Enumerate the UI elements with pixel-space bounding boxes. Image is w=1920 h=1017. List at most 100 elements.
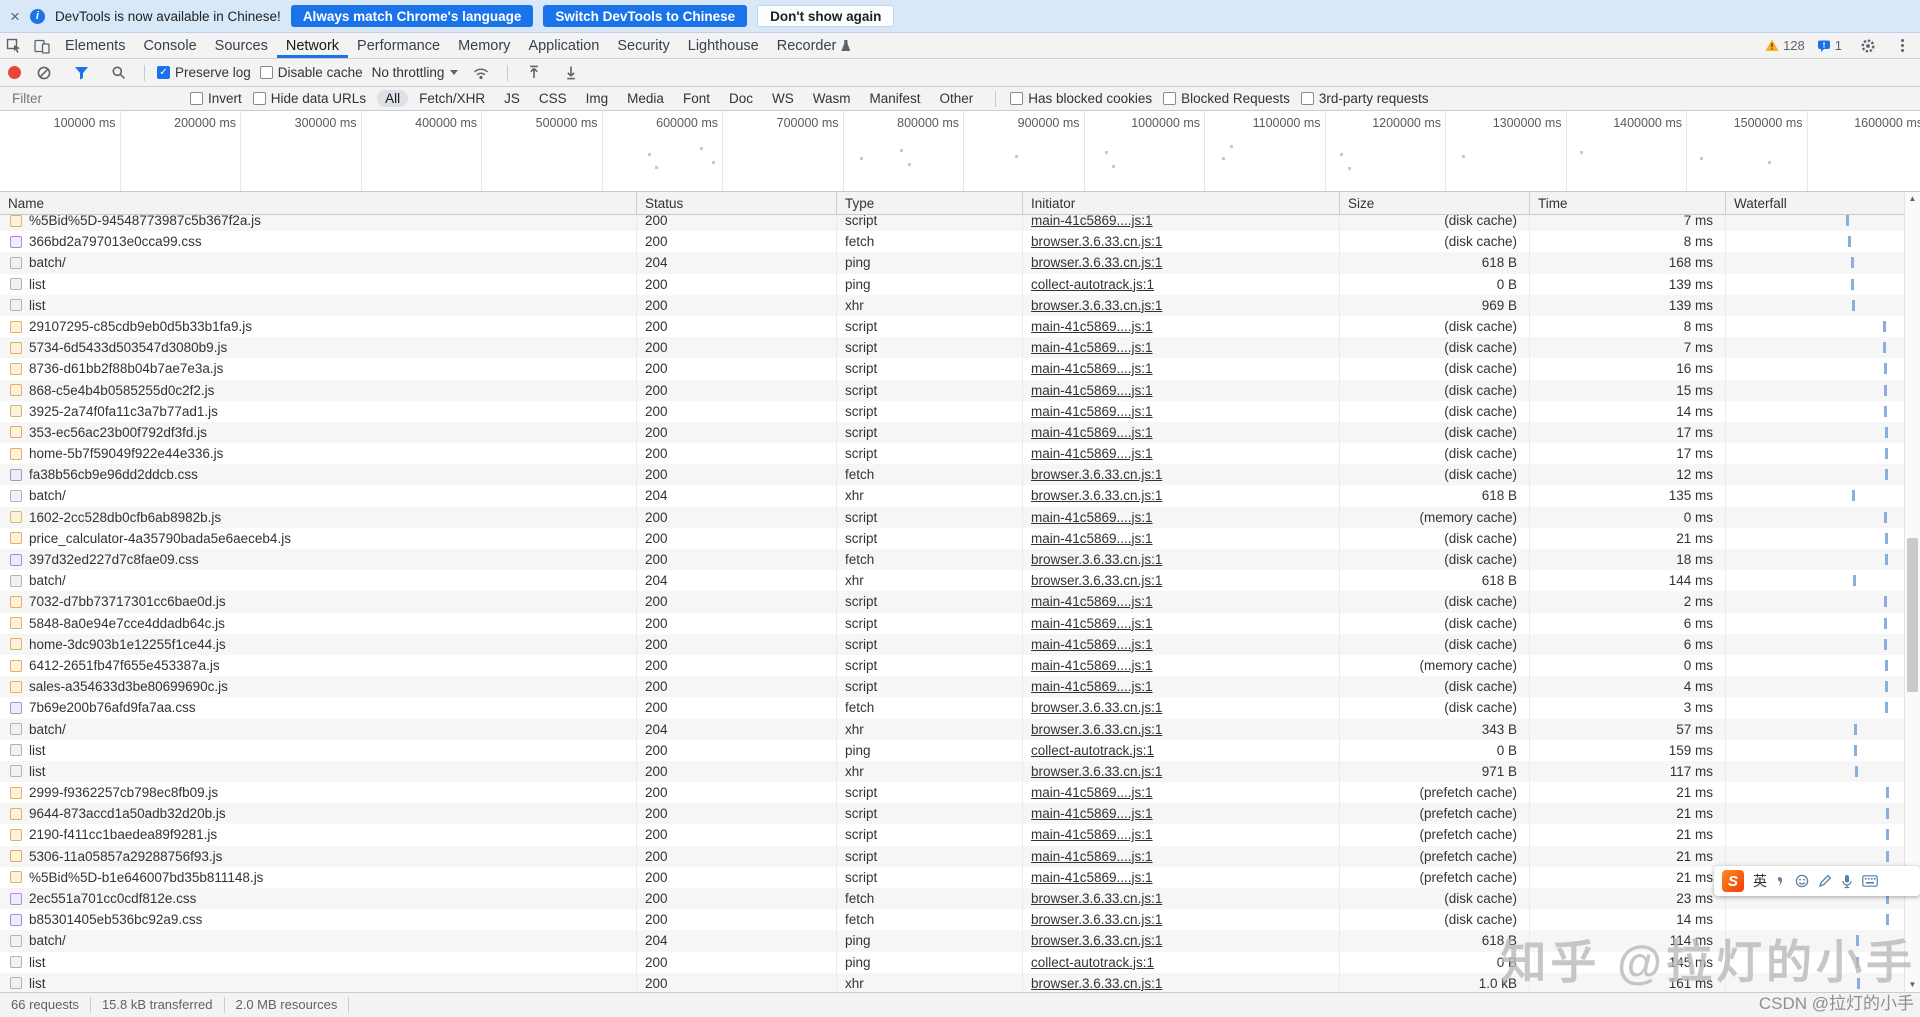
request-name-cell[interactable]: 397d32ed227d7c8fae09.css (0, 549, 637, 571)
request-name-cell[interactable]: b85301405eb536bc92a9.css (0, 909, 637, 931)
request-initiator-link[interactable]: browser.3.6.33.cn.js:1 (1023, 570, 1340, 592)
table-row[interactable]: batch/ 204 xhr browser.3.6.33.cn.js:1 34… (0, 718, 1920, 740)
request-initiator-link[interactable]: collect-autotrack.js:1 (1023, 273, 1340, 295)
request-initiator-link[interactable]: main-41c5869....js:1 (1023, 654, 1340, 677)
filter-pill-doc[interactable]: Doc (721, 90, 761, 107)
request-initiator-link[interactable]: browser.3.6.33.cn.js:1 (1023, 888, 1340, 910)
request-name-cell[interactable]: batch/ (0, 930, 637, 952)
table-row[interactable]: 2999-f9362257cb798ec8fb09.js 200 script … (0, 782, 1920, 804)
request-name-cell[interactable]: list (0, 760, 637, 783)
request-name-cell[interactable]: 8736-d61bb2f88b04b7ae7e3a.js (0, 358, 637, 380)
filter-pill-wasm[interactable]: Wasm (805, 90, 859, 107)
request-name-cell[interactable]: 1602-2cc528db0cfb6ab8982b.js (0, 506, 637, 528)
request-initiator-link[interactable]: main-41c5869....js:1 (1023, 337, 1340, 359)
virtual-keyboard-icon[interactable] (1862, 875, 1878, 887)
table-row[interactable]: 2190-f411cc1baedea89f9281.js 200 script … (0, 824, 1920, 846)
request-initiator-link[interactable]: collect-autotrack.js:1 (1023, 739, 1340, 761)
table-row[interactable]: 868-c5e4b4b0585255d0c2f2.js 200 script m… (0, 379, 1920, 401)
table-row[interactable]: batch/ 204 xhr browser.3.6.33.cn.js:1 61… (0, 570, 1920, 592)
microphone-icon[interactable] (1841, 874, 1853, 889)
request-initiator-link[interactable]: browser.3.6.33.cn.js:1 (1023, 718, 1340, 740)
settings-gear-icon[interactable] (1854, 38, 1882, 54)
request-initiator-link[interactable]: main-41c5869....js:1 (1023, 443, 1340, 465)
switch-devtools-chinese-button[interactable]: Switch DevTools to Chinese (543, 5, 748, 27)
column-header-status[interactable]: Status (637, 192, 837, 214)
tab-application[interactable]: Application (519, 33, 608, 58)
issues-badge[interactable]: 1 (1817, 38, 1842, 53)
filter-input[interactable] (10, 90, 179, 107)
tab-console[interactable]: Console (134, 33, 205, 58)
dont-show-again-button[interactable]: Don't show again (757, 5, 895, 27)
request-initiator-link[interactable]: main-41c5869....js:1 (1023, 400, 1340, 422)
table-row[interactable]: 1602-2cc528db0cfb6ab8982b.js 200 script … (0, 506, 1920, 528)
invert-checkbox[interactable]: Invert (190, 91, 242, 106)
request-name-cell[interactable]: price_calculator-4a35790bada5e6aeceb4.js (0, 527, 637, 549)
request-initiator-link[interactable]: main-41c5869....js:1 (1023, 612, 1340, 634)
request-initiator-link[interactable]: browser.3.6.33.cn.js:1 (1023, 909, 1340, 931)
table-row[interactable]: 7b69e200b76afd9fa7aa.css 200 fetch brows… (0, 697, 1920, 719)
request-initiator-link[interactable]: browser.3.6.33.cn.js:1 (1023, 549, 1340, 571)
handwriting-pen-icon[interactable] (1818, 874, 1832, 888)
table-row[interactable]: price_calculator-4a35790bada5e6aeceb4.js… (0, 527, 1920, 549)
tab-recorder[interactable]: Recorder (768, 33, 860, 58)
request-name-cell[interactable]: 9644-873accd1a50adb32d20b.js (0, 803, 637, 825)
tab-performance[interactable]: Performance (348, 33, 449, 58)
request-name-cell[interactable]: batch/ (0, 718, 637, 740)
request-initiator-link[interactable]: main-41c5869....js:1 (1023, 215, 1340, 232)
tab-lighthouse[interactable]: Lighthouse (679, 33, 768, 58)
request-name-cell[interactable]: 5734-6d5433d503547d3080b9.js (0, 337, 637, 359)
record-button[interactable] (8, 66, 21, 79)
request-initiator-link[interactable]: browser.3.6.33.cn.js:1 (1023, 930, 1340, 952)
request-name-cell[interactable]: 5306-11a05857a29288756f93.js (0, 845, 637, 867)
request-initiator-link[interactable]: browser.3.6.33.cn.js:1 (1023, 464, 1340, 486)
request-initiator-link[interactable]: main-41c5869....js:1 (1023, 676, 1340, 698)
filter-funnel-icon[interactable] (67, 65, 95, 80)
request-name-cell[interactable]: 6412-2651fb47f655e453387a.js (0, 654, 637, 677)
table-row[interactable]: 8736-d61bb2f88b04b7ae7e3a.js 200 script … (0, 358, 1920, 380)
hide-data-urls-checkbox[interactable]: Hide data URLs (252, 91, 366, 106)
table-row[interactable]: batch/ 204 ping browser.3.6.33.cn.js:1 6… (0, 252, 1920, 274)
table-row[interactable]: 3925-2a74f0fa11c3a7b77ad1.js 200 script … (0, 400, 1920, 422)
request-initiator-link[interactable]: main-41c5869....js:1 (1023, 379, 1340, 401)
tab-sources[interactable]: Sources (206, 33, 277, 58)
inspect-element-icon[interactable] (0, 33, 28, 58)
filter-pill-js[interactable]: JS (496, 90, 528, 107)
match-chrome-language-button[interactable]: Always match Chrome's language (290, 5, 534, 27)
request-name-cell[interactable]: %5Bid%5D-94548773987c5b367f2a.js (0, 215, 637, 232)
request-name-cell[interactable]: %5Bid%5D-b1e646007bd35b811148.js (0, 866, 637, 888)
request-name-cell[interactable]: 2ec551a701cc0cdf812e.css (0, 888, 637, 910)
tab-memory[interactable]: Memory (449, 33, 519, 58)
scrollbar-track[interactable] (1905, 206, 1920, 978)
table-row[interactable]: batch/ 204 xhr browser.3.6.33.cn.js:1 61… (0, 485, 1920, 507)
network-conditions-icon[interactable] (467, 66, 495, 80)
tab-security[interactable]: Security (608, 33, 678, 58)
scrollbar-thumb[interactable] (1907, 537, 1918, 693)
table-row[interactable]: 366bd2a797013e0cca99.css 200 fetch brows… (0, 231, 1920, 253)
filter-pill-media[interactable]: Media (619, 90, 672, 107)
request-initiator-link[interactable]: main-41c5869....js:1 (1023, 866, 1340, 888)
request-name-cell[interactable]: sales-a354633d3be80699690c.js (0, 676, 637, 698)
request-name-cell[interactable]: 353-ec56ac23b00f792df3fd.js (0, 421, 637, 444)
table-row[interactable]: list 200 ping collect-autotrack.js:1 0 B… (0, 273, 1920, 295)
table-row[interactable]: 7032-d7bb73717301cc6bae0d.js 200 script … (0, 591, 1920, 613)
table-row[interactable]: 397d32ed227d7c8fae09.css 200 fetch brows… (0, 549, 1920, 571)
request-initiator-link[interactable]: collect-autotrack.js:1 (1023, 951, 1340, 973)
table-row[interactable]: home-3dc903b1e12255f1ce44.js 200 script … (0, 633, 1920, 655)
request-initiator-link[interactable]: main-41c5869....js:1 (1023, 506, 1340, 528)
filter-pill-img[interactable]: Img (578, 90, 617, 107)
request-initiator-link[interactable]: browser.3.6.33.cn.js:1 (1023, 972, 1340, 992)
filter-pill-manifest[interactable]: Manifest (861, 90, 928, 107)
request-initiator-link[interactable]: browser.3.6.33.cn.js:1 (1023, 485, 1340, 507)
close-icon[interactable]: × (10, 8, 20, 25)
3rd-party-requests-checkbox[interactable]: 3rd-party requests (1300, 91, 1428, 106)
table-row[interactable]: 5734-6d5433d503547d3080b9.js 200 script … (0, 337, 1920, 359)
request-initiator-link[interactable]: main-41c5869....js:1 (1023, 421, 1340, 444)
column-header-size[interactable]: Size (1340, 192, 1530, 214)
device-toolbar-icon[interactable] (28, 33, 56, 58)
request-name-cell[interactable]: 5848-8a0e94e7cce4ddadb64c.js (0, 612, 637, 634)
table-row[interactable]: %5Bid%5D-94548773987c5b367f2a.js 200 scr… (0, 215, 1920, 232)
throttling-select[interactable]: No throttling (372, 65, 459, 80)
table-row[interactable]: 353-ec56ac23b00f792df3fd.js 200 script m… (0, 421, 1920, 444)
tab-elements[interactable]: Elements (56, 33, 134, 58)
column-header-time[interactable]: Time (1530, 192, 1726, 214)
